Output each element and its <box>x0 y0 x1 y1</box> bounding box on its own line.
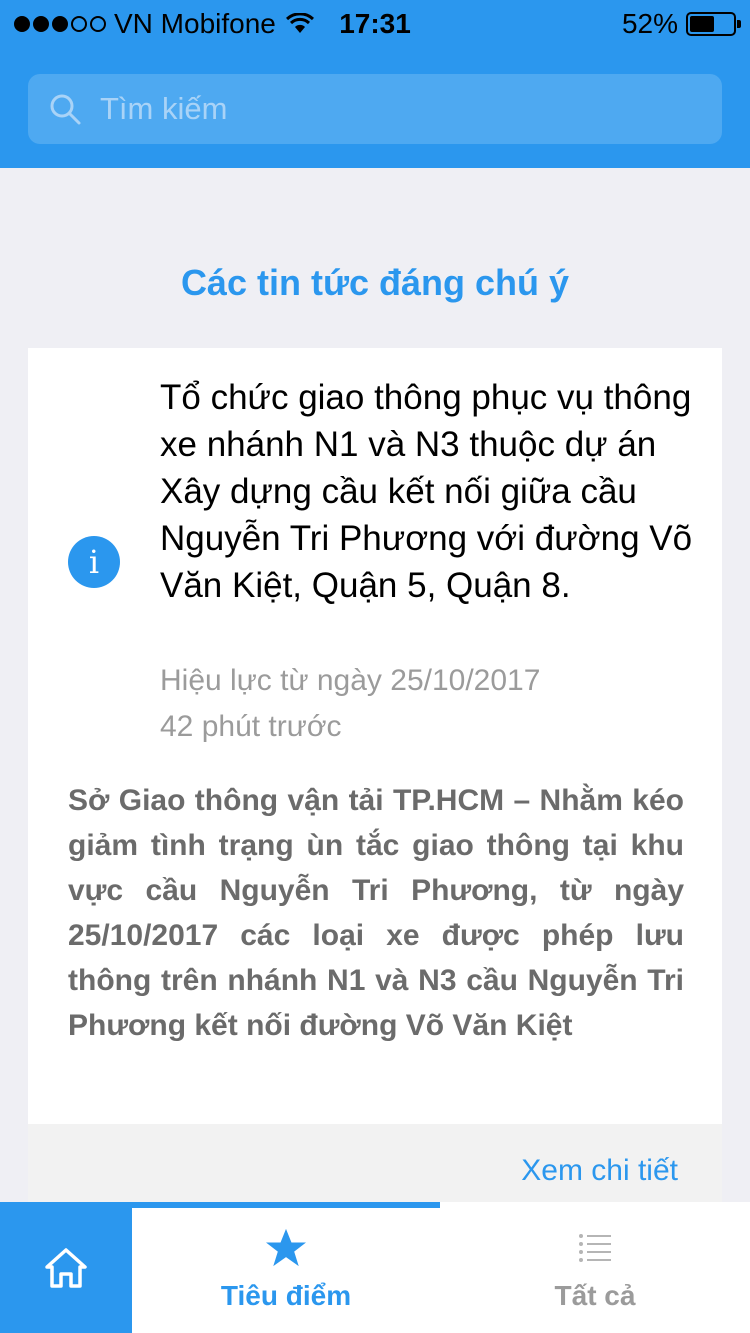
list-icon <box>579 1234 611 1262</box>
home-button[interactable] <box>0 1202 132 1333</box>
tab-all-label: Tất cả <box>554 1280 636 1311</box>
status-bar: VN Mobifone 17:31 52% <box>0 0 750 50</box>
news-title[interactable]: Tổ chức giao thông phục vụ thông xe nhán… <box>160 374 700 609</box>
news-time-ago: 42 phút trước <box>160 710 342 743</box>
news-card[interactable]: i Tổ chức giao thông phục vụ thông xe nh… <box>28 348 722 1208</box>
info-icon: i <box>68 536 120 588</box>
view-details-link[interactable]: Xem chi tiết <box>521 1154 678 1188</box>
search-input[interactable] <box>100 91 660 127</box>
status-right: 52% <box>621 8 741 40</box>
tab-highlights-label: Tiêu điểm <box>220 1280 352 1311</box>
home-icon <box>45 1247 87 1288</box>
top-bar: VN Mobifone 17:31 52% <box>0 0 750 168</box>
search-bar[interactable] <box>28 74 722 144</box>
section-title: Các tin tức đáng chú ý <box>180 262 570 303</box>
battery-percent: 52% <box>621 8 678 39</box>
search-icon <box>50 94 81 125</box>
star-icon <box>266 1228 306 1267</box>
battery-icon <box>686 12 741 36</box>
tab-all[interactable]: Tất cả <box>440 1202 750 1333</box>
card-footer: Xem chi tiết <box>28 1124 722 1208</box>
tab-bar: Tiêu điểm Tất cả <box>0 1202 750 1333</box>
news-summary: Sở Giao thông vận tải TP.HCM – Nhằm kéo … <box>68 784 684 1042</box>
news-effective-date: Hiệu lực từ ngày 25/10/2017 <box>160 664 541 697</box>
tab-highlights[interactable]: Tiêu điểm <box>132 1202 440 1333</box>
